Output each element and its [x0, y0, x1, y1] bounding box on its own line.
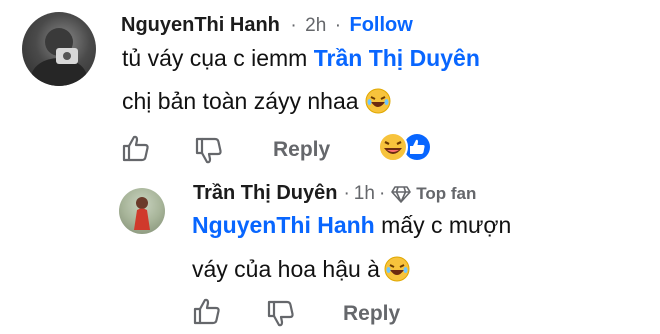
comment-text: váy của hoa hậu à — [192, 255, 380, 282]
laughing-face-icon — [384, 256, 410, 282]
top-fan-badge[interactable]: Top fan — [416, 184, 476, 204]
comment-header: NguyenThi Hanh · 2h · Follow — [121, 14, 413, 37]
avatar[interactable] — [22, 12, 96, 86]
dislike-button[interactable] — [266, 299, 296, 329]
like-button[interactable] — [192, 296, 222, 326]
comment-text: mấy c mượn — [374, 212, 512, 238]
author-name[interactable]: Trần Thị Duyên — [193, 182, 337, 205]
separator: · — [334, 15, 342, 36]
thumbs-up-icon — [122, 135, 149, 162]
mention-link[interactable]: Trần Thị Duyên — [314, 45, 480, 71]
separator: · — [343, 182, 350, 204]
reaction-summary[interactable] — [377, 131, 437, 163]
reply-button[interactable]: Reply — [343, 302, 400, 326]
follow-button[interactable]: Follow — [350, 14, 413, 36]
mention-link[interactable]: NguyenThi Hanh — [192, 212, 375, 238]
comment-text: tủ váy cụa c iemm — [122, 45, 314, 71]
laughing-face-icon — [365, 88, 391, 114]
thumbs-up-icon — [193, 298, 220, 325]
timestamp[interactable]: 2h — [305, 15, 326, 36]
reaction-icons — [378, 132, 430, 162]
laughing-face-reaction-icon — [378, 132, 408, 162]
separator: · — [378, 182, 386, 204]
comment-text-line: váy của hoa hậu à — [192, 256, 410, 282]
comment-text: chị bản toàn záyy nhaa — [122, 87, 359, 114]
comment-text-line: chị bản toàn záyy nhaa — [122, 88, 391, 114]
diamond-icon — [391, 185, 412, 203]
timestamp[interactable]: 1h — [354, 183, 375, 205]
profile-photo-icon — [31, 28, 87, 86]
comment-text-line: tủ váy cụa c iemm Trần Thị Duyên — [122, 47, 480, 70]
reply-button[interactable]: Reply — [273, 138, 330, 162]
profile-photo-icon — [134, 197, 150, 230]
comment-header: Trần Thị Duyên · 1h · Top fan — [193, 182, 476, 205]
author-name[interactable]: NguyenThi Hanh — [121, 14, 280, 36]
comment-text-line: NguyenThi Hanh mấy c mượn — [192, 214, 511, 237]
like-button[interactable] — [121, 133, 151, 163]
avatar[interactable] — [119, 188, 165, 234]
thumbs-down-icon — [267, 300, 294, 327]
separator: · — [290, 15, 297, 36]
dislike-button[interactable] — [194, 136, 224, 166]
thumbs-down-icon — [195, 137, 222, 164]
